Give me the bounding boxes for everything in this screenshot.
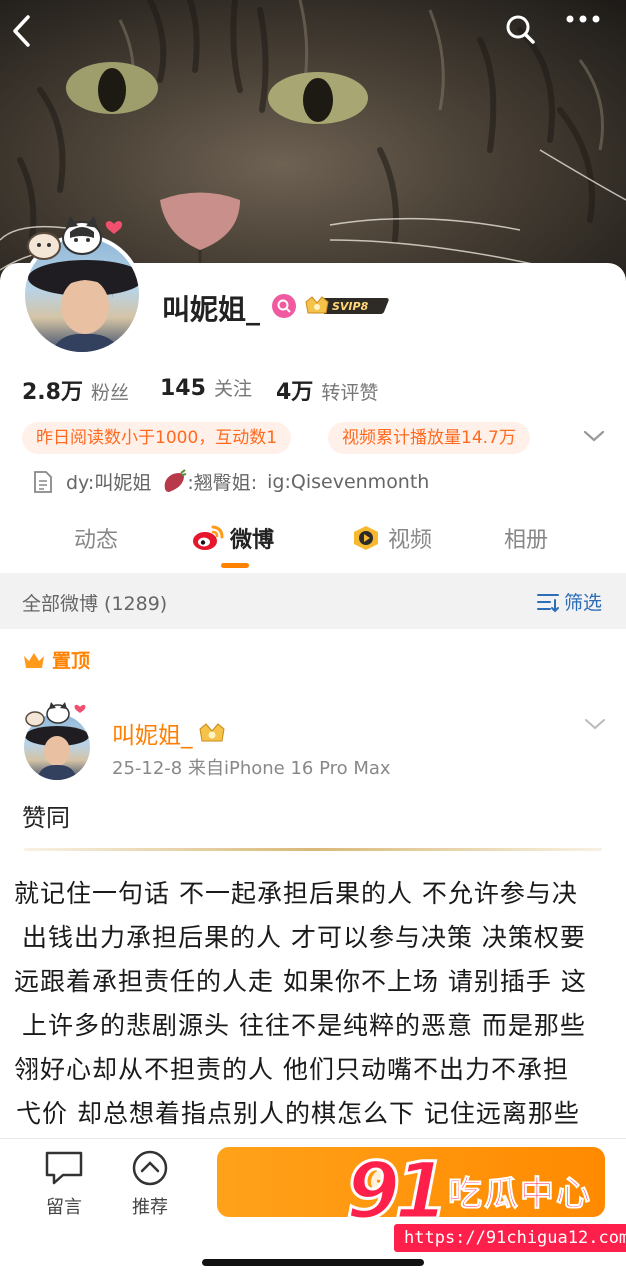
more-button[interactable]	[566, 14, 606, 54]
stat-interactions[interactable]: 4万 转评赞	[276, 374, 378, 406]
pinned-label: 置顶	[22, 646, 90, 673]
stat-value: 2.8万	[22, 380, 83, 405]
more-dots-icon	[566, 15, 600, 23]
avatar-pet-decoration-icon	[25, 702, 86, 727]
bio-douyin: dy:叫妮姐	[66, 472, 152, 494]
watermark-site-name: 吃瓜中心	[448, 1174, 592, 1215]
tab-label: 视频	[388, 528, 433, 553]
watermark-number: 91	[345, 1147, 451, 1237]
document-icon	[34, 470, 52, 493]
video-play-icon	[354, 526, 378, 550]
stat-label: 关注	[213, 378, 252, 400]
stat-value: 145	[160, 376, 206, 401]
crown-icon	[24, 652, 44, 668]
stat-following[interactable]: 145 关注	[160, 374, 252, 401]
expand-tags-button[interactable]	[582, 428, 606, 447]
post-filter-bar: 全部微博 (1289) 筛选	[0, 573, 626, 629]
reading-stats-tag[interactable]: 昨日阅读数小于1000，互动数1	[22, 422, 292, 454]
profile-username: 叫妮姐_	[162, 293, 261, 326]
image-text-line: 翎好心却从不担责的人 他们只动嘴不出力不承担	[14, 1055, 569, 1084]
svip-badge[interactable]: SVIP8	[304, 294, 390, 316]
video-plays-tag[interactable]: 视频累计播放量14.7万	[328, 422, 530, 454]
all-posts-count[interactable]: 全部微博 (1289)	[22, 589, 167, 616]
tab-video[interactable]: 视频	[350, 522, 432, 554]
post-divider	[24, 848, 602, 851]
tab-dynamic[interactable]: 动态	[74, 522, 118, 554]
search-button[interactable]	[505, 14, 545, 54]
stat-value: 4万	[276, 380, 314, 405]
post-options-button[interactable]	[584, 716, 606, 735]
watermark-url: https://91chigua12.com	[394, 1224, 626, 1252]
image-text-line: 出钱出力承担后果的人 才可以参与决策 决策权要	[22, 923, 586, 952]
weibo-logo-icon	[193, 525, 224, 550]
filter-label: 筛选	[563, 592, 602, 614]
post-timestamp-source: 25-12-8 来自iPhone 16 Pro Max	[112, 758, 391, 779]
image-text-line: 远跟着承担责任的人走 如果你不上场 请别插手 这	[14, 967, 587, 996]
tab-label: 微博	[230, 528, 275, 553]
stat-label: 转评赞	[321, 382, 379, 404]
post-author-name[interactable]: 叫妮姐_	[112, 716, 227, 750]
svip-crown-icon: SVIP8	[305, 296, 389, 314]
post-author-avatar[interactable]	[22, 702, 92, 780]
tab-weibo[interactable]: 微博	[192, 522, 274, 554]
svip-label: SVIP8	[332, 300, 369, 313]
profile-avatar-container[interactable]	[18, 216, 148, 356]
active-tab-indicator	[221, 563, 249, 568]
back-button[interactable]	[10, 14, 50, 54]
recommend-button[interactable]: 推荐	[120, 1149, 180, 1219]
post-image[interactable]: 就记住一句话 不一起承担后果的人 不允许参与决 出钱出力承担后果的人 才可以参与…	[0, 866, 626, 1138]
avatar-pet-decoration-icon	[27, 216, 123, 260]
svip-crown-icon	[198, 723, 225, 742]
chevron-up-circle-icon	[132, 1150, 168, 1186]
sweet-potato-emoji-icon	[164, 468, 187, 492]
image-text-line: 就记住一句话 不一起承担后果的人 不允许参与决	[14, 879, 578, 908]
tab-label: 相册	[504, 528, 549, 553]
image-text-line: 弋价 却总想着指点别人的棋怎么下 记住远离那些	[16, 1099, 580, 1128]
search-icon	[506, 15, 535, 44]
chevron-down-icon	[583, 430, 605, 442]
site-watermark-logo: 91 吃瓜中心 https://91chigua12.com	[340, 1147, 626, 1260]
tab-label: 动态	[74, 528, 119, 553]
post-text: 赞同	[22, 804, 70, 832]
comment-button[interactable]: 留言	[34, 1149, 94, 1219]
home-indicator	[202, 1259, 424, 1266]
stat-label: 粉丝	[90, 382, 129, 404]
recommend-label: 推荐	[132, 1197, 168, 1218]
comment-bubble-icon	[45, 1151, 83, 1185]
filter-icon	[536, 593, 559, 612]
bio-nickname: :翘臀姐:	[187, 472, 258, 494]
image-text-line: 上许多的悲剧源头 往往不是纯粹的恶意 而是那些	[22, 1011, 586, 1040]
stat-followers[interactable]: 2.8万 粉丝	[22, 374, 129, 406]
profile-bio: dy:叫妮姐 :翘臀姐: ig:Qisevenmonth	[32, 468, 429, 495]
tab-album[interactable]: 相册	[504, 522, 548, 554]
bio-instagram: ig:Qisevenmonth	[267, 470, 430, 493]
verified-badge-icon[interactable]	[272, 294, 296, 318]
filter-button[interactable]: 筛选	[536, 588, 602, 615]
chevron-left-icon	[13, 15, 30, 47]
chevron-down-icon	[585, 719, 605, 730]
comment-label: 留言	[46, 1197, 82, 1218]
